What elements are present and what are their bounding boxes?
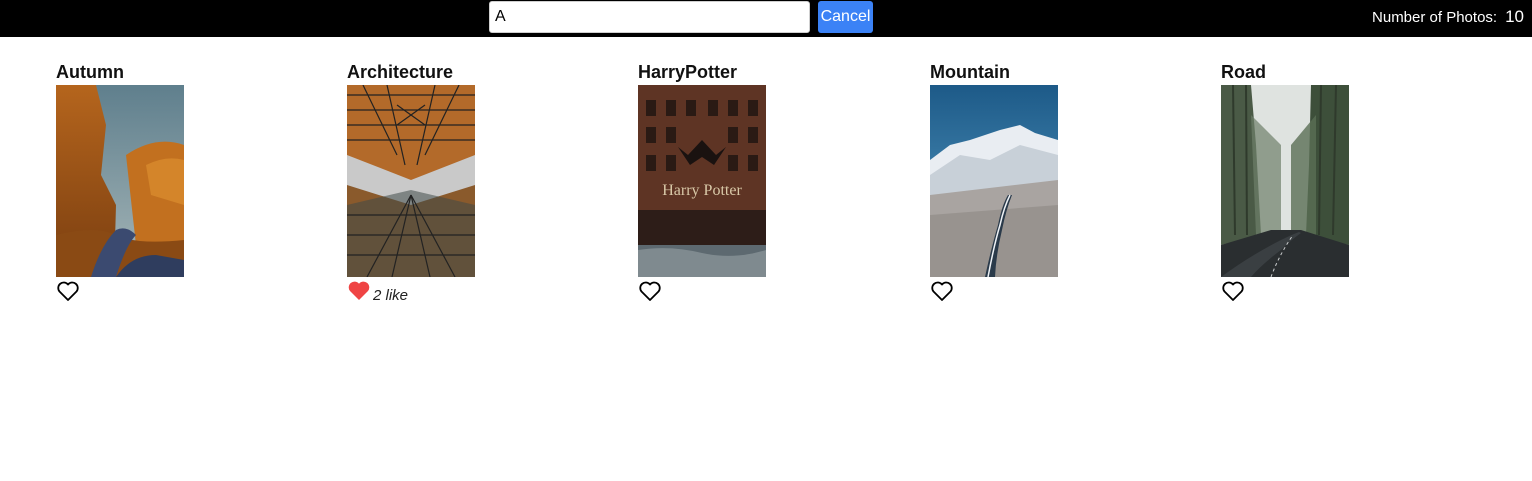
photo-image-road[interactable]	[1221, 85, 1349, 277]
photo-card-architecture: Architecture 2 like	[347, 60, 547, 304]
photo-title: Mountain	[930, 62, 1010, 82]
cancel-button[interactable]: Cancel	[818, 1, 873, 33]
photo-card-harrypotter: HarryPotter Harry Potter	[638, 60, 838, 303]
harrypotter-sign-text: Harry Potter	[662, 182, 742, 199]
heart-outline-icon[interactable]	[638, 280, 662, 302]
photo-image-mountain[interactable]	[930, 85, 1058, 277]
heart-filled-icon[interactable]	[347, 280, 371, 302]
like-count-text: 2 like	[373, 286, 409, 304]
photo-image-harrypotter[interactable]: Harry Potter	[638, 85, 766, 277]
like-row	[1221, 279, 1421, 303]
photo-title: Road	[1221, 62, 1266, 82]
photo-title: Autumn	[56, 62, 124, 82]
heart-outline-icon[interactable]	[930, 280, 954, 302]
like-row: 2 like	[347, 279, 547, 304]
photo-title: Architecture	[347, 62, 454, 82]
heart-outline-icon[interactable]	[56, 280, 80, 302]
photo-count-value: 10	[1505, 7, 1524, 26]
photo-card-road: Road	[1221, 60, 1421, 303]
like-row	[930, 279, 1130, 303]
like-row	[638, 279, 838, 303]
photo-card-autumn: Autumn	[56, 60, 256, 303]
photo-image-architecture[interactable]	[347, 85, 475, 277]
photo-count-label: Number of Photos:	[1372, 9, 1498, 26]
like-row	[56, 279, 256, 303]
photo-card-mountain: Mountain	[930, 60, 1130, 303]
top-bar: Cancel Number of Photos: 10	[0, 0, 1532, 37]
photo-count: Number of Photos: 10	[1372, 7, 1524, 27]
search-input[interactable]	[489, 1, 810, 33]
heart-outline-icon[interactable]	[1221, 280, 1245, 302]
photo-image-autumn[interactable]	[56, 85, 184, 277]
photo-title: HarryPotter	[638, 62, 738, 82]
